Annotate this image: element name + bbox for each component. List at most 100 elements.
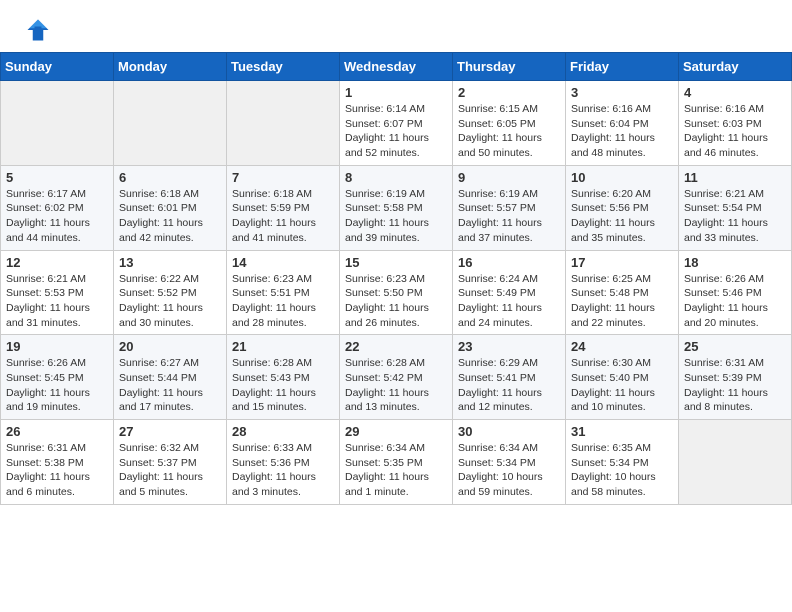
calendar-cell — [679, 420, 792, 505]
day-info: Sunrise: 6:30 AM Sunset: 5:40 PM Dayligh… — [571, 356, 673, 415]
calendar-cell: 31 Sunrise: 6:35 AM Sunset: 5:34 PM Dayli… — [566, 420, 679, 505]
day-info: Sunrise: 6:31 AM Sunset: 5:38 PM Dayligh… — [6, 441, 108, 500]
calendar-cell — [227, 81, 340, 166]
calendar-week-row: 5 Sunrise: 6:17 AM Sunset: 6:02 PM Daylig… — [1, 165, 792, 250]
day-info: Sunrise: 6:20 AM Sunset: 5:56 PM Dayligh… — [571, 187, 673, 246]
weekday-header-sunday: Sunday — [1, 53, 114, 81]
day-info: Sunrise: 6:29 AM Sunset: 5:41 PM Dayligh… — [458, 356, 560, 415]
day-info: Sunrise: 6:16 AM Sunset: 6:04 PM Dayligh… — [571, 102, 673, 161]
calendar-cell: 8 Sunrise: 6:19 AM Sunset: 5:58 PM Daylig… — [340, 165, 453, 250]
calendar-cell: 22 Sunrise: 6:28 AM Sunset: 5:42 PM Dayli… — [340, 335, 453, 420]
weekday-header-friday: Friday — [566, 53, 679, 81]
day-number: 14 — [232, 255, 334, 270]
calendar-body: 1Sunrise: 6:14 AM Sunset: 6:07 PM Daylig… — [1, 81, 792, 505]
calendar-cell: 13Sunrise: 6:22 AM Sunset: 5:52 PM Dayli… — [114, 250, 227, 335]
calendar-cell: 9Sunrise: 6:19 AM Sunset: 5:57 PM Daylig… — [453, 165, 566, 250]
weekday-header-row: SundayMondayTuesdayWednesdayThursdayFrid… — [1, 53, 792, 81]
day-number: 16 — [458, 255, 560, 270]
calendar-cell: 29 Sunrise: 6:34 AM Sunset: 5:35 PM Dayli… — [340, 420, 453, 505]
day-info: Sunrise: 6:24 AM Sunset: 5:49 PM Dayligh… — [458, 272, 560, 331]
day-number: 19 — [6, 339, 108, 354]
day-number: 12 — [6, 255, 108, 270]
calendar-cell: 2 Sunrise: 6:15 AM Sunset: 6:05 PM Daylig… — [453, 81, 566, 166]
calendar-cell: 19 Sunrise: 6:26 AM Sunset: 5:45 PM Dayli… — [1, 335, 114, 420]
day-number: 2 — [458, 85, 560, 100]
logo-icon — [24, 16, 52, 44]
day-number: 15 — [345, 255, 447, 270]
day-number: 21 — [232, 339, 334, 354]
day-info: Sunrise: 6:34 AM Sunset: 5:35 PM Dayligh… — [345, 441, 447, 500]
weekday-header-saturday: Saturday — [679, 53, 792, 81]
day-number: 4 — [684, 85, 786, 100]
calendar-week-row: 12 Sunrise: 6:21 AM Sunset: 5:53 PM Dayli… — [1, 250, 792, 335]
calendar-cell: 20 Sunrise: 6:27 AM Sunset: 5:44 PM Dayli… — [114, 335, 227, 420]
day-info: Sunrise: 6:32 AM Sunset: 5:37 PM Dayligh… — [119, 441, 221, 500]
day-info: Sunrise: 6:35 AM Sunset: 5:34 PM Dayligh… — [571, 441, 673, 500]
day-info: Sunrise: 6:14 AM Sunset: 6:07 PM Dayligh… — [345, 102, 447, 161]
calendar-cell: 25Sunrise: 6:31 AM Sunset: 5:39 PM Dayli… — [679, 335, 792, 420]
day-number: 18 — [684, 255, 786, 270]
calendar-cell: 12 Sunrise: 6:21 AM Sunset: 5:53 PM Dayli… — [1, 250, 114, 335]
calendar-cell: 10 Sunrise: 6:20 AM Sunset: 5:56 PM Dayli… — [566, 165, 679, 250]
calendar-cell: 1Sunrise: 6:14 AM Sunset: 6:07 PM Daylig… — [340, 81, 453, 166]
calendar-week-row: 1Sunrise: 6:14 AM Sunset: 6:07 PM Daylig… — [1, 81, 792, 166]
day-info: Sunrise: 6:33 AM Sunset: 5:36 PM Dayligh… — [232, 441, 334, 500]
day-info: Sunrise: 6:23 AM Sunset: 5:51 PM Dayligh… — [232, 272, 334, 331]
day-info: Sunrise: 6:25 AM Sunset: 5:48 PM Dayligh… — [571, 272, 673, 331]
day-number: 31 — [571, 424, 673, 439]
calendar-cell — [114, 81, 227, 166]
day-info: Sunrise: 6:23 AM Sunset: 5:50 PM Dayligh… — [345, 272, 447, 331]
calendar-cell: 26 Sunrise: 6:31 AM Sunset: 5:38 PM Dayli… — [1, 420, 114, 505]
day-number: 8 — [345, 170, 447, 185]
day-info: Sunrise: 6:19 AM Sunset: 5:58 PM Dayligh… — [345, 187, 447, 246]
day-info: Sunrise: 6:31 AM Sunset: 5:39 PM Dayligh… — [684, 356, 786, 415]
weekday-header-thursday: Thursday — [453, 53, 566, 81]
day-number: 23 — [458, 339, 560, 354]
day-number: 11 — [684, 170, 786, 185]
calendar-cell: 5 Sunrise: 6:17 AM Sunset: 6:02 PM Daylig… — [1, 165, 114, 250]
calendar-header: SundayMondayTuesdayWednesdayThursdayFrid… — [1, 53, 792, 81]
calendar-week-row: 26 Sunrise: 6:31 AM Sunset: 5:38 PM Dayli… — [1, 420, 792, 505]
calendar-cell: 4Sunrise: 6:16 AM Sunset: 6:03 PM Daylig… — [679, 81, 792, 166]
page-header — [0, 0, 792, 52]
calendar-cell: 7 Sunrise: 6:18 AM Sunset: 5:59 PM Daylig… — [227, 165, 340, 250]
calendar-cell — [1, 81, 114, 166]
day-info: Sunrise: 6:17 AM Sunset: 6:02 PM Dayligh… — [6, 187, 108, 246]
day-info: Sunrise: 6:28 AM Sunset: 5:42 PM Dayligh… — [345, 356, 447, 415]
calendar-cell: 24 Sunrise: 6:30 AM Sunset: 5:40 PM Dayli… — [566, 335, 679, 420]
day-info: Sunrise: 6:26 AM Sunset: 5:45 PM Dayligh… — [6, 356, 108, 415]
logo — [24, 16, 56, 44]
calendar-cell: 21 Sunrise: 6:28 AM Sunset: 5:43 PM Dayli… — [227, 335, 340, 420]
weekday-header-monday: Monday — [114, 53, 227, 81]
day-number: 22 — [345, 339, 447, 354]
day-number: 20 — [119, 339, 221, 354]
day-info: Sunrise: 6:21 AM Sunset: 5:54 PM Dayligh… — [684, 187, 786, 246]
day-number: 5 — [6, 170, 108, 185]
day-number: 26 — [6, 424, 108, 439]
calendar-week-row: 19 Sunrise: 6:26 AM Sunset: 5:45 PM Dayli… — [1, 335, 792, 420]
calendar-cell: 30Sunrise: 6:34 AM Sunset: 5:34 PM Dayli… — [453, 420, 566, 505]
calendar-cell: 15 Sunrise: 6:23 AM Sunset: 5:50 PM Dayli… — [340, 250, 453, 335]
weekday-header-wednesday: Wednesday — [340, 53, 453, 81]
calendar-cell: 3Sunrise: 6:16 AM Sunset: 6:04 PM Daylig… — [566, 81, 679, 166]
day-number: 30 — [458, 424, 560, 439]
calendar-cell: 23 Sunrise: 6:29 AM Sunset: 5:41 PM Dayli… — [453, 335, 566, 420]
day-number: 24 — [571, 339, 673, 354]
day-info: Sunrise: 6:27 AM Sunset: 5:44 PM Dayligh… — [119, 356, 221, 415]
calendar-cell: 28 Sunrise: 6:33 AM Sunset: 5:36 PM Dayli… — [227, 420, 340, 505]
calendar-cell: 17Sunrise: 6:25 AM Sunset: 5:48 PM Dayli… — [566, 250, 679, 335]
weekday-header-tuesday: Tuesday — [227, 53, 340, 81]
day-info: Sunrise: 6:21 AM Sunset: 5:53 PM Dayligh… — [6, 272, 108, 331]
day-number: 10 — [571, 170, 673, 185]
day-number: 29 — [345, 424, 447, 439]
day-info: Sunrise: 6:18 AM Sunset: 5:59 PM Dayligh… — [232, 187, 334, 246]
day-info: Sunrise: 6:15 AM Sunset: 6:05 PM Dayligh… — [458, 102, 560, 161]
day-number: 28 — [232, 424, 334, 439]
day-number: 7 — [232, 170, 334, 185]
day-info: Sunrise: 6:19 AM Sunset: 5:57 PM Dayligh… — [458, 187, 560, 246]
day-number: 27 — [119, 424, 221, 439]
day-number: 6 — [119, 170, 221, 185]
day-info: Sunrise: 6:28 AM Sunset: 5:43 PM Dayligh… — [232, 356, 334, 415]
calendar-cell: 14 Sunrise: 6:23 AM Sunset: 5:51 PM Dayli… — [227, 250, 340, 335]
calendar-cell: 11 Sunrise: 6:21 AM Sunset: 5:54 PM Dayli… — [679, 165, 792, 250]
